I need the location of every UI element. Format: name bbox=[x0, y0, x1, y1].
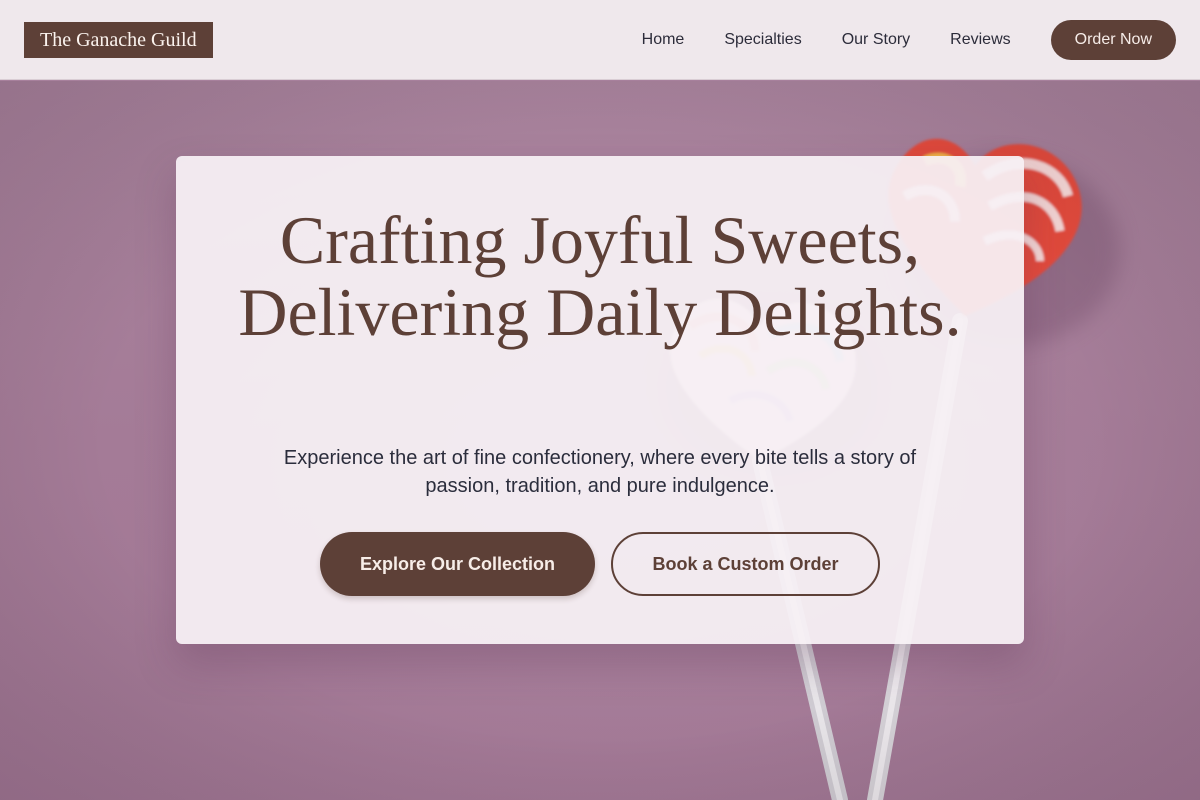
site-logo[interactable]: The Ganache Guild bbox=[24, 22, 213, 58]
nav-link-specialties[interactable]: Specialties bbox=[724, 31, 801, 49]
book-custom-order-button[interactable]: Book a Custom Order bbox=[611, 532, 880, 596]
main-nav: Home Specialties Our Story Reviews Order… bbox=[642, 20, 1176, 60]
hero-card: Crafting Joyful Sweets, Delivering Daily… bbox=[176, 156, 1024, 644]
nav-link-our-story[interactable]: Our Story bbox=[842, 31, 910, 49]
order-now-button[interactable]: Order Now bbox=[1050, 20, 1176, 60]
nav-link-home[interactable]: Home bbox=[642, 31, 685, 49]
hero-title: Crafting Joyful Sweets, Delivering Daily… bbox=[238, 202, 962, 350]
nav-link-reviews[interactable]: Reviews bbox=[950, 31, 1010, 49]
explore-collection-button[interactable]: Explore Our Collection bbox=[320, 532, 595, 596]
hero-subtitle: Experience the art of fine confectionery… bbox=[283, 447, 917, 497]
site-header: The Ganache Guild Home Specialties Our S… bbox=[0, 0, 1200, 80]
